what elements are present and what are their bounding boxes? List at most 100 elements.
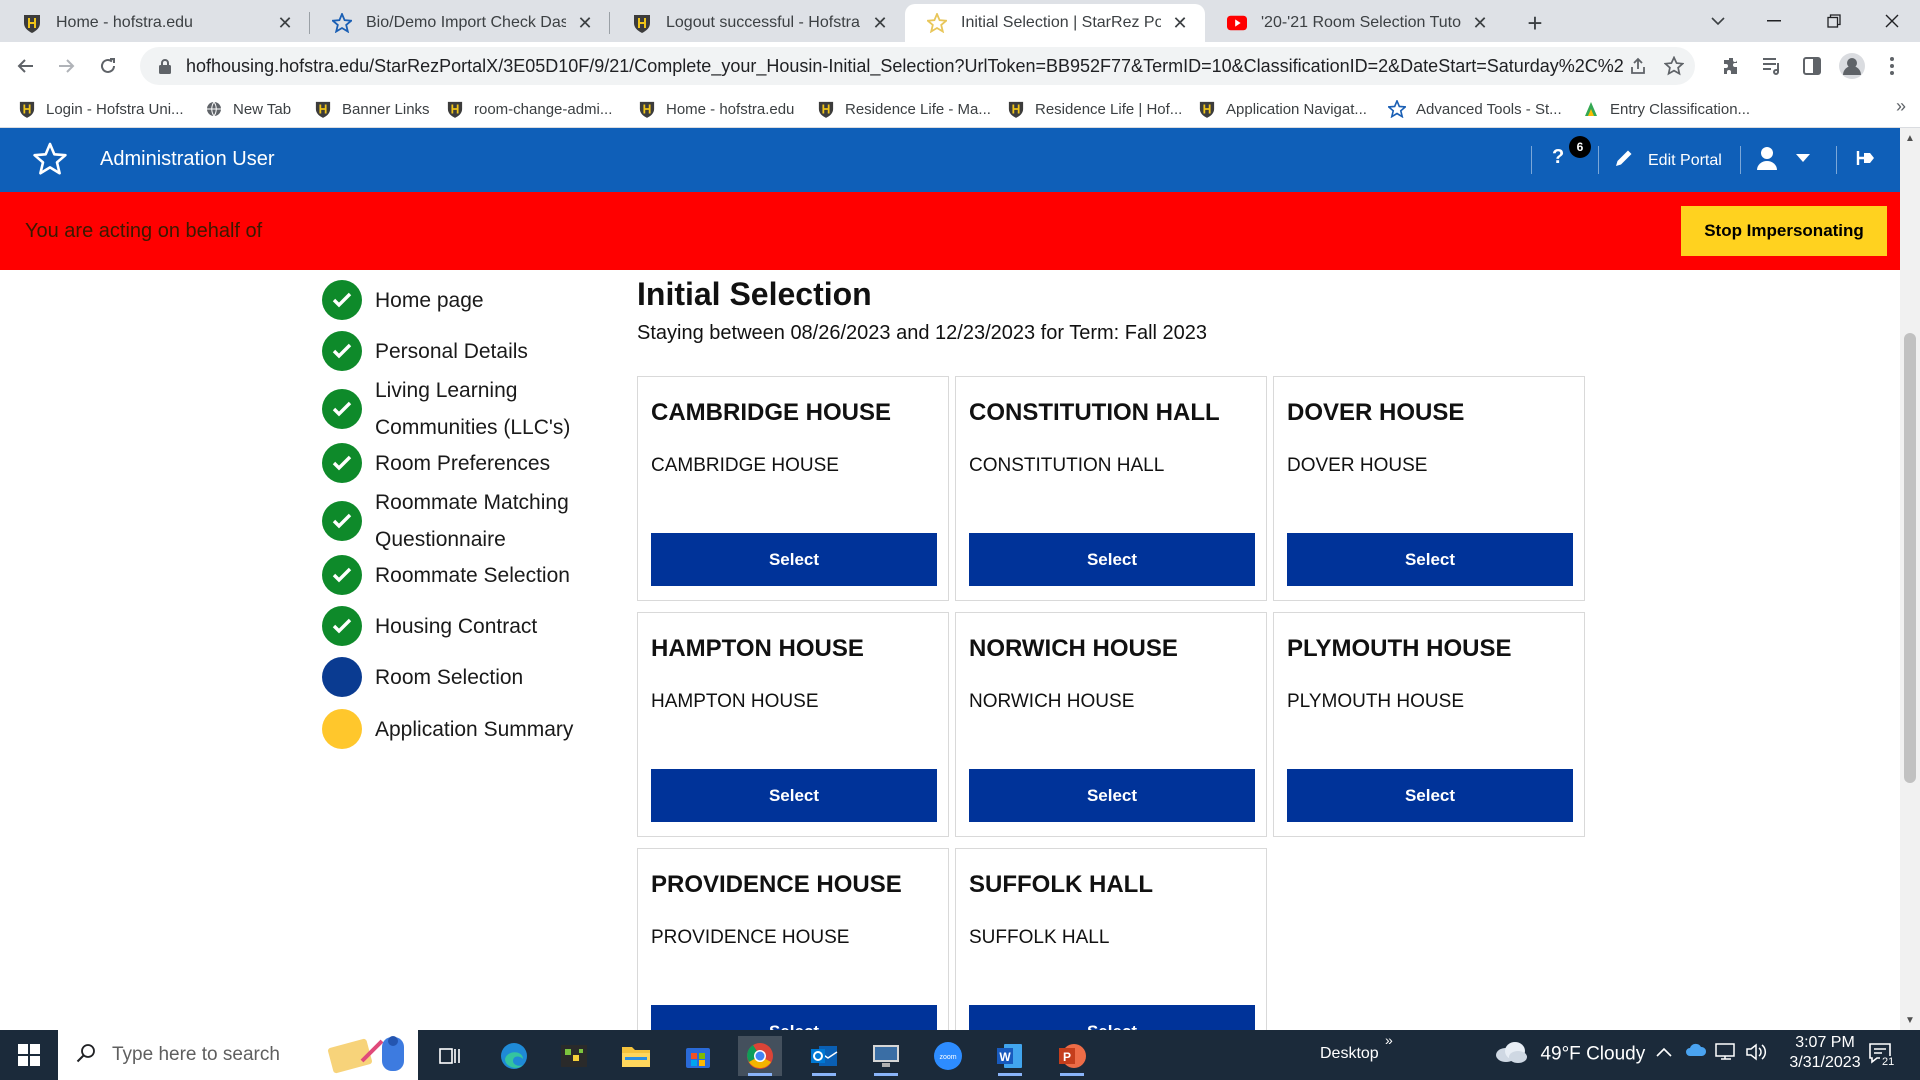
remote-desktop-icon[interactable]	[864, 1036, 908, 1076]
step-home-page[interactable]: Home page	[322, 280, 615, 320]
hall-description: SUFFOLK HALL	[969, 927, 1110, 948]
close-tab-icon[interactable]: ✕	[1169, 12, 1191, 34]
cloud-icon	[1494, 1040, 1528, 1069]
restore-icon[interactable]	[1806, 0, 1862, 42]
hall-description: PLYMOUTH HOUSE	[1287, 691, 1465, 712]
taskbar-search-box[interactable]: Type here to search	[58, 1030, 418, 1080]
stop-impersonating-button[interactable]: Stop Impersonating	[1681, 206, 1887, 256]
file-explorer-icon[interactable]	[614, 1036, 658, 1076]
scroll-up-arrow-icon[interactable]: ▲	[1900, 130, 1920, 146]
forward-arrow-icon[interactable]	[50, 50, 82, 82]
tab-search-chevron-icon[interactable]	[1690, 0, 1746, 42]
step-label: Room Preferences	[375, 451, 551, 475]
pixel-app-icon[interactable]	[552, 1036, 596, 1076]
microsoft-store-icon[interactable]	[676, 1036, 720, 1076]
share-icon[interactable]	[1623, 51, 1653, 81]
side-panel-icon[interactable]	[1798, 52, 1826, 80]
hall-name: CONSTITUTION HALL	[969, 399, 1220, 426]
step-application-summary[interactable]: Application Summary	[322, 709, 615, 749]
step-room-selection[interactable]: Room Selection	[322, 657, 615, 697]
new-tab-plus-icon[interactable]: +	[1520, 8, 1550, 38]
bookmark-star-icon[interactable]	[1659, 51, 1689, 81]
svg-text:P: P	[1063, 1050, 1071, 1064]
lock-icon[interactable]	[158, 58, 174, 74]
help-icon[interactable]: ?	[1552, 146, 1564, 169]
chrome-taskbar-icon[interactable]	[738, 1036, 782, 1076]
back-arrow-icon[interactable]	[10, 50, 42, 82]
close-tab-icon[interactable]: ✕	[869, 12, 891, 34]
scrollbar-thumb[interactable]	[1904, 333, 1916, 783]
close-tab-icon[interactable]: ✕	[274, 12, 296, 34]
bookmark-entry-classification[interactable]: Entry Classification...	[1582, 98, 1750, 120]
select-norwich-button[interactable]: Select	[969, 769, 1255, 822]
show-hidden-icons-chevron[interactable]	[1656, 1044, 1672, 1062]
close-window-icon[interactable]	[1864, 0, 1920, 42]
step-housing-contract[interactable]: Housing Contract	[322, 606, 615, 646]
edit-portal-button[interactable]: Edit Portal	[1614, 148, 1722, 173]
network-icon[interactable]	[1715, 1043, 1737, 1066]
url-text[interactable]: hofhousing.hofstra.edu/StarRezPortalX/3E…	[186, 56, 1623, 77]
bookmark-banner-links[interactable]: Banner Links	[314, 98, 430, 120]
bookmark-residence-life-hof[interactable]: Residence Life | Hof...	[1007, 98, 1182, 120]
bookmark-login-hofstra[interactable]: Login - Hofstra Uni...	[18, 98, 184, 120]
media-queue-icon[interactable]	[1758, 52, 1786, 80]
weather-widget[interactable]: 49°F Cloudy	[1494, 1040, 1645, 1069]
powerpoint-icon[interactable]: P	[1050, 1036, 1094, 1076]
bookmark-room-change-admin[interactable]: room-change-admi...	[446, 98, 612, 120]
close-tab-icon[interactable]: ✕	[1469, 12, 1491, 34]
browser-tab-hofstra-home[interactable]: Home - hofstra.edu ✕	[0, 4, 310, 42]
user-menu-icon[interactable]	[1756, 146, 1778, 175]
extensions-puzzle-icon[interactable]	[1718, 52, 1746, 80]
desktop-toolbar-chevron[interactable]: »	[1385, 1032, 1393, 1048]
select-providence-button[interactable]: Select	[651, 1005, 937, 1030]
browser-tab-import-dashboard[interactable]: Bio/Demo Import Check Dashbo ✕	[310, 4, 610, 42]
chrome-menu-icon[interactable]	[1878, 52, 1906, 80]
more-bookmarks-chevron[interactable]: »	[1896, 96, 1906, 117]
bookmark-new-tab[interactable]: New Tab	[205, 98, 291, 120]
edge-browser-icon[interactable]	[492, 1036, 536, 1076]
profile-avatar-icon[interactable]	[1838, 52, 1866, 80]
scroll-down-arrow-icon[interactable]: ▼	[1900, 1012, 1920, 1028]
system-clock[interactable]: 3:07 PM 3/31/2023	[1785, 1034, 1865, 1072]
chevron-down-icon[interactable]	[1796, 154, 1810, 162]
reload-icon[interactable]	[92, 50, 124, 82]
pin-icon[interactable]	[1856, 148, 1876, 173]
active-app-underline	[748, 1073, 772, 1076]
hall-card-providence: PROVIDENCE HOUSE PROVIDENCE HOUSE Select	[637, 848, 949, 1030]
browser-tab-youtube-tutorial[interactable]: '20-'21 Room Selection Tutorial - ✕	[1205, 4, 1505, 42]
windows-start-icon[interactable]	[0, 1030, 58, 1080]
select-plymouth-button[interactable]: Select	[1287, 769, 1573, 822]
select-cambridge-button[interactable]: Select	[651, 533, 937, 586]
close-tab-icon[interactable]: ✕	[574, 12, 596, 34]
browser-toolbar: hofhousing.hofstra.edu/StarRezPortalX/3E…	[0, 42, 1920, 90]
weather-text: 49°F Cloudy	[1540, 1043, 1646, 1065]
page-scrollbar[interactable]: ▲ ▼	[1900, 128, 1920, 1030]
bookmark-home-hofstra[interactable]: Home - hofstra.edu	[638, 98, 794, 120]
task-view-icon[interactable]	[428, 1036, 472, 1076]
select-dover-button[interactable]: Select	[1287, 533, 1573, 586]
desktop-toolbar-label[interactable]: Desktop	[1320, 1045, 1379, 1063]
word-icon[interactable]: W	[988, 1036, 1032, 1076]
bookmark-application-navigator[interactable]: Application Navigat...	[1198, 98, 1367, 120]
step-personal-details[interactable]: Personal Details	[322, 331, 615, 371]
step-living-learning-communities[interactable]: Living Learning Communities (LLC's)	[322, 372, 615, 446]
onedrive-cloud-icon[interactable]	[1685, 1043, 1707, 1062]
select-constitution-button[interactable]: Select	[969, 533, 1255, 586]
select-hampton-button[interactable]: Select	[651, 769, 937, 822]
select-suffolk-button[interactable]: Select	[969, 1005, 1255, 1030]
step-roommate-matching-questionnaire[interactable]: Roommate Matching Questionnaire	[322, 484, 615, 558]
starrez-logo-icon[interactable]	[32, 142, 68, 178]
hall-card-norwich: NORWICH HOUSE NORWICH HOUSE Select	[955, 612, 1267, 837]
browser-tab-logout[interactable]: Logout successful - Hofstra Unive ✕	[610, 4, 905, 42]
step-roommate-selection[interactable]: Roommate Selection	[322, 555, 615, 595]
step-room-preferences[interactable]: Room Preferences	[322, 443, 615, 483]
minimize-icon[interactable]	[1746, 0, 1802, 42]
bookmark-residence-life-ma[interactable]: Residence Life - Ma...	[817, 98, 991, 120]
edit-portal-label: Edit Portal	[1648, 151, 1722, 169]
zoom-icon[interactable]: zoom	[926, 1036, 970, 1076]
bookmark-advanced-tools[interactable]: Advanced Tools - St...	[1388, 98, 1562, 120]
outlook-icon[interactable]	[802, 1036, 846, 1076]
browser-tab-initial-selection[interactable]: Initial Selection | StarRez Portal ✕	[905, 4, 1205, 42]
volume-icon[interactable]	[1745, 1043, 1767, 1066]
address-bar[interactable]: hofhousing.hofstra.edu/StarRezPortalX/3E…	[140, 47, 1695, 85]
